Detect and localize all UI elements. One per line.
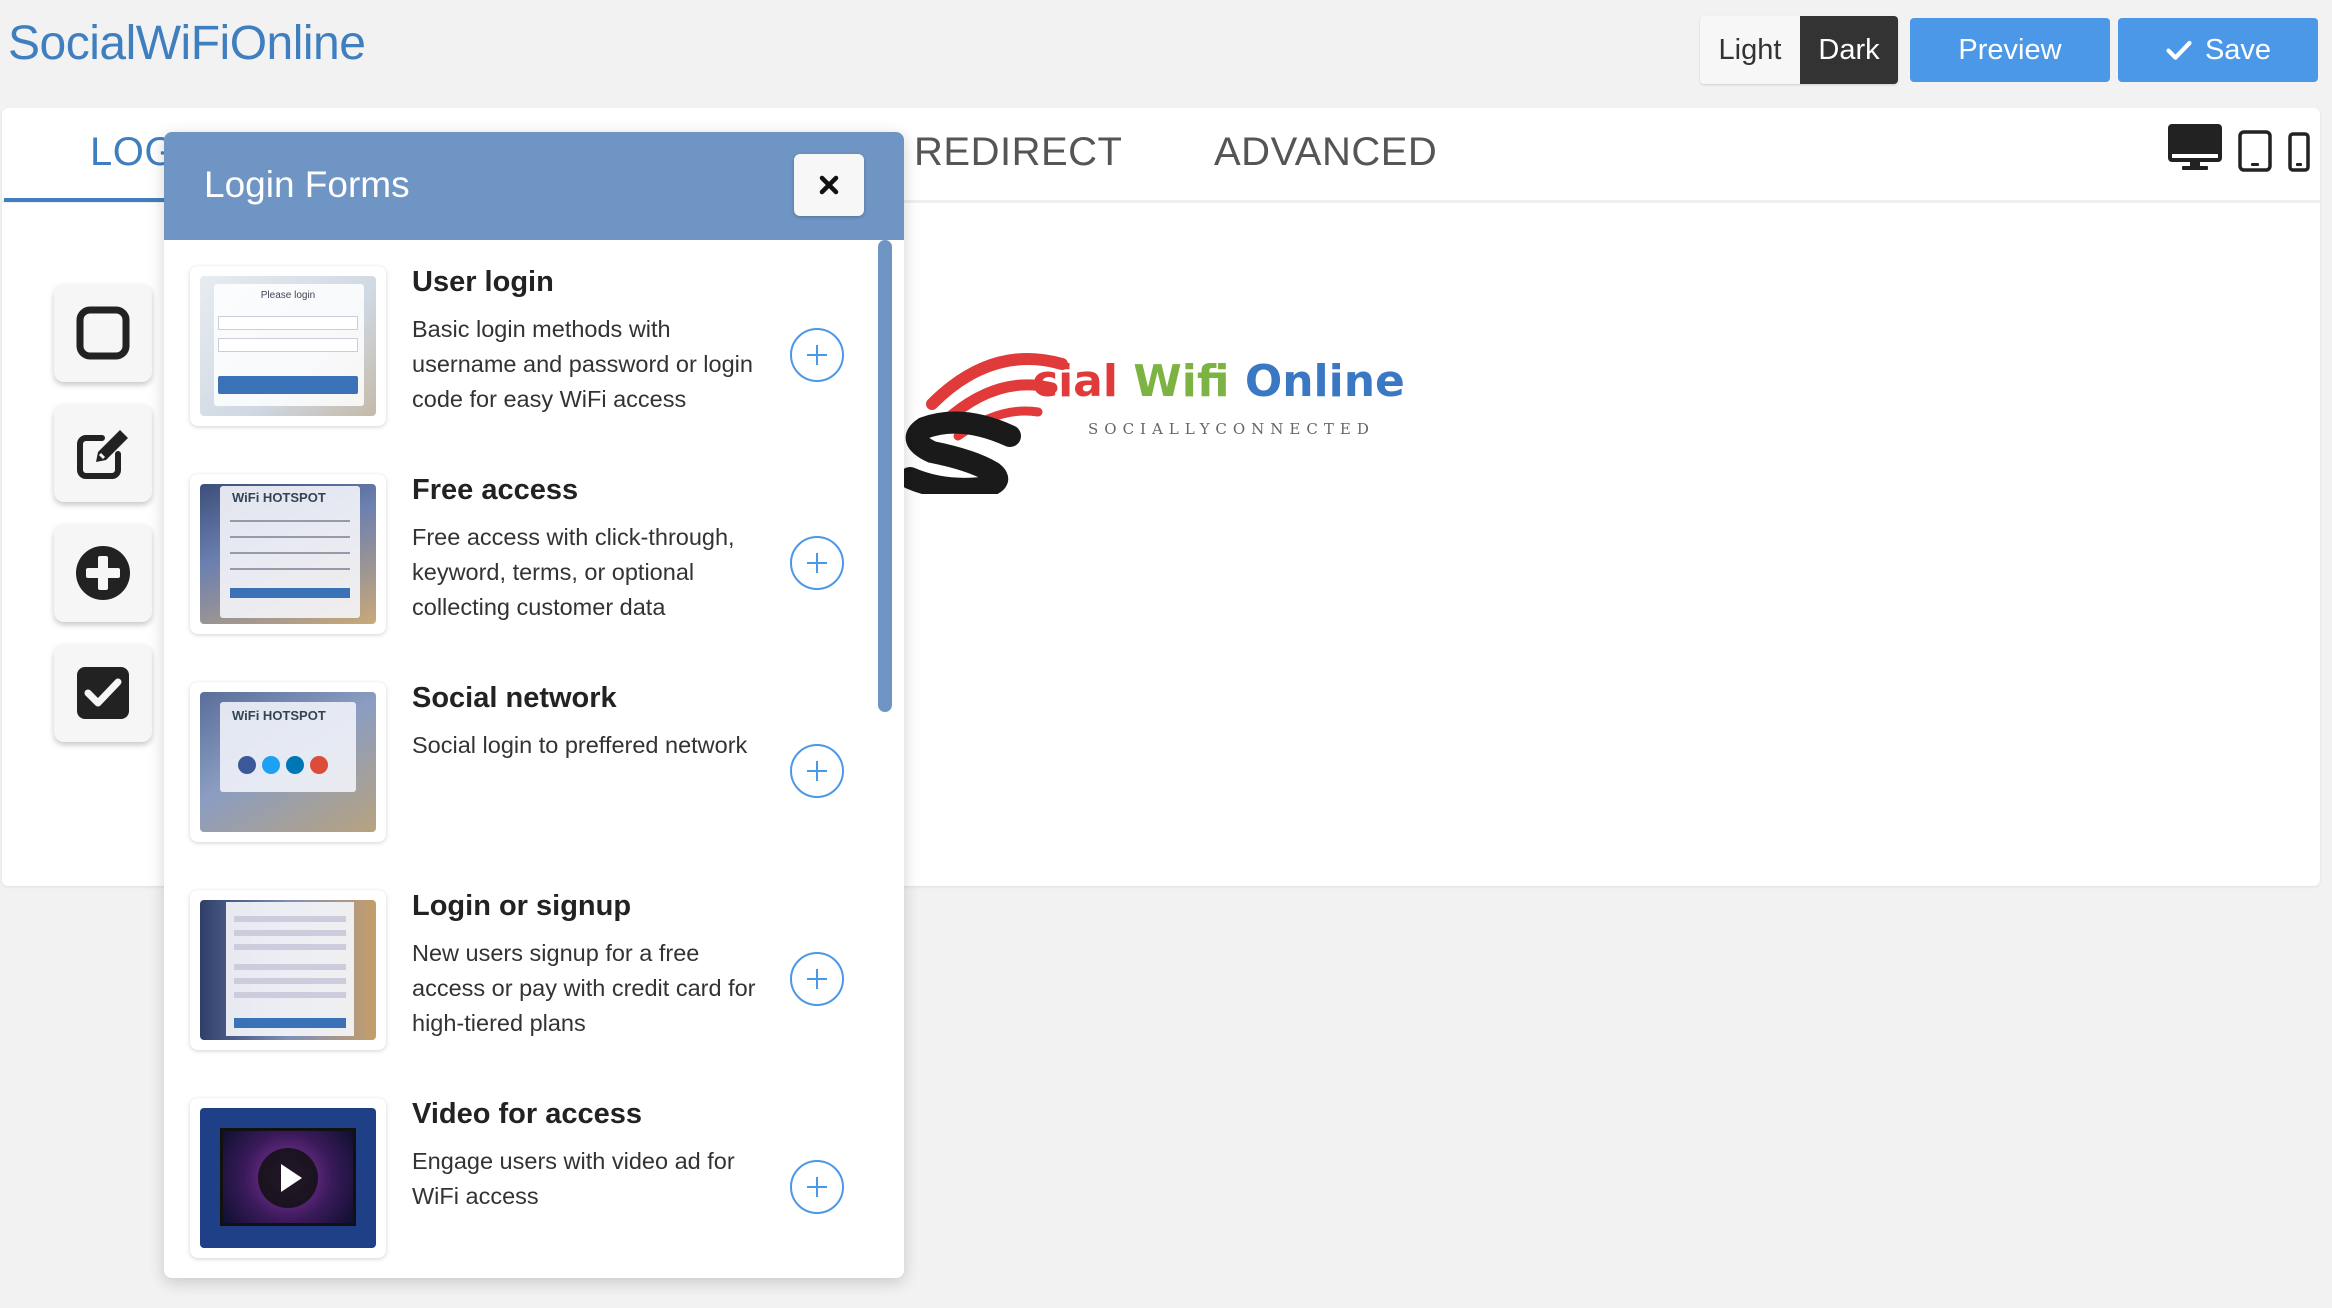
theme-light-button[interactable]: Light [1700, 16, 1800, 84]
plus-icon [807, 1177, 827, 1197]
tool-square-button[interactable] [54, 284, 152, 382]
plus-icon [807, 761, 827, 781]
modal-close-button[interactable] [794, 154, 864, 216]
preview-button[interactable]: Preview [1910, 18, 2110, 82]
theme-dark-button[interactable]: Dark [1800, 16, 1898, 84]
save-label: Save [2204, 33, 2272, 66]
item-description: Engage users with video ad for WiFi acce… [412, 1148, 735, 1209]
save-button[interactable]: Save [2118, 18, 2318, 82]
plus-icon [807, 345, 827, 365]
login-forms-modal: Login Forms Please login User login Basi… [164, 132, 904, 1278]
add-button[interactable] [790, 744, 844, 798]
theme-toggle: Light Dark [1700, 16, 1898, 84]
logo-word-wifi: Wifi [1133, 356, 1230, 407]
preview-label: Preview [1958, 33, 2062, 66]
item-description: Basic login methods with username and pa… [412, 316, 753, 412]
thumbnail [190, 1098, 386, 1258]
add-button[interactable] [790, 536, 844, 590]
brand-title[interactable]: SocialWiFiOnline [8, 16, 366, 71]
thumbnail [190, 890, 386, 1050]
tab-advanced[interactable]: ADVANCED [1214, 130, 1437, 175]
tab-redirect[interactable]: REDIRECT [914, 130, 1122, 175]
desktop-icon[interactable] [2168, 124, 2222, 172]
logo-word-online: Online [1244, 356, 1405, 407]
thumbnail: WiFi HOTSPOT [190, 682, 386, 842]
plus-icon [807, 969, 827, 989]
item-description: Social login to preffered network [412, 732, 748, 758]
scroll-thumb[interactable] [878, 240, 892, 712]
form-item-social-network[interactable]: WiFi HOTSPOT Social network Social login… [190, 682, 850, 842]
device-switcher [2168, 124, 2310, 172]
tool-checkbox-button[interactable] [54, 644, 152, 742]
item-title: Social network [412, 682, 617, 714]
brand-logo: cial Wifi Online SOCIALLYCONNECTED [902, 304, 1482, 494]
logo-wordmark: cial Wifi Online [1032, 356, 1405, 407]
check-icon [2166, 40, 2192, 60]
item-title: Video for access [412, 1098, 642, 1130]
logo-tagline: SOCIALLYCONNECTED [1088, 420, 1375, 438]
edit-icon [77, 430, 128, 479]
thumb-caption: Please login [260, 290, 316, 301]
item-description: New users signup for a free access or pa… [412, 940, 756, 1036]
phone-icon[interactable] [2288, 132, 2310, 172]
add-button[interactable] [790, 952, 844, 1006]
modal-scrollbar[interactable] [878, 240, 904, 1278]
tool-add-button[interactable] [54, 524, 152, 622]
form-item-video-for-access[interactable]: Video for access Engage users with video… [190, 1098, 850, 1258]
modal-header: Login Forms [164, 132, 904, 240]
square-icon [76, 306, 130, 360]
thumb-caption: WiFi HOTSPOT [232, 490, 326, 505]
checkbox-icon [77, 667, 129, 719]
item-description: Free access with click-through, keyword,… [412, 524, 735, 620]
logo-word-cial: cial [1032, 356, 1118, 407]
thumbnail: Please login [190, 266, 386, 426]
thumb-caption: WiFi HOTSPOT [232, 708, 326, 723]
form-item-user-login[interactable]: Please login User login Basic login meth… [190, 266, 850, 426]
form-item-free-access[interactable]: WiFi HOTSPOT Free access Free access wit… [190, 474, 850, 634]
close-icon [819, 175, 839, 195]
item-title: Login or signup [412, 890, 632, 922]
play-icon [258, 1148, 318, 1208]
tab-login-underline [4, 198, 174, 202]
item-title: User login [412, 266, 554, 298]
modal-title: Login Forms [204, 164, 410, 205]
tablet-icon[interactable] [2238, 130, 2272, 172]
thumbnail: WiFi HOTSPOT [190, 474, 386, 634]
add-button[interactable] [790, 328, 844, 382]
form-item-login-or-signup[interactable]: Login or signup New users signup for a f… [190, 890, 850, 1050]
plus-circle-icon [76, 546, 130, 600]
plus-icon [807, 553, 827, 573]
tool-edit-button[interactable] [54, 404, 152, 502]
add-button[interactable] [790, 1160, 844, 1214]
item-title: Free access [412, 474, 579, 506]
